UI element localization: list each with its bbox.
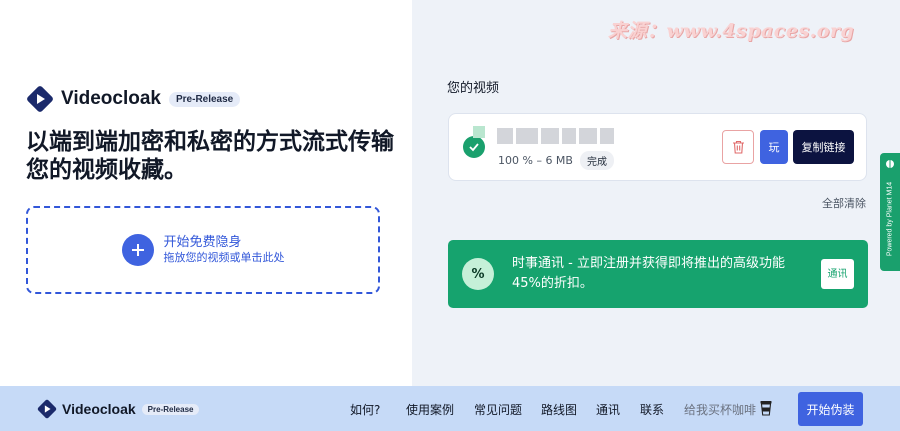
copy-link-button[interactable]: 复制链接 [793,130,854,164]
video-thumbnail [473,126,485,138]
dropzone-title: 开始免费隐身 [163,235,242,250]
logo-play-icon [27,86,53,112]
check-icon [469,143,479,152]
delete-button[interactable] [722,130,754,164]
pre-release-badge: Pre-Release [168,91,241,107]
complete-check [463,136,485,158]
nav-roadmap[interactable]: 路线图 [541,401,577,418]
plus-icon [131,244,144,256]
play-button[interactable]: 玩 [760,130,788,164]
plus-circle [121,234,154,266]
hero-headline: 以端到端加密和私密的方式流式传输您的视频收藏。 [26,129,394,183]
logo-play-icon [37,399,57,419]
coffee-cup-icon[interactable] [760,400,772,416]
left-pane [0,0,412,386]
newsletter-button[interactable]: 通讯 [821,259,854,289]
video-progress: 100 % – 6 MB [498,154,573,167]
percent-icon: % [462,258,494,290]
nav-buy-coffee[interactable]: 给我买杯咖啡 [684,401,756,418]
footer-brand-name: Videocloak [62,401,136,417]
clear-all-link[interactable]: 全部清除 [822,195,866,211]
video-card: 100 % – 6 MB 完成 玩 复制链接 [448,113,867,181]
footer-brand[interactable]: Videocloak Pre-Release [37,399,200,419]
nav-use-cases[interactable]: 使用案例 [406,401,454,418]
brand-name: Videocloak [61,88,161,109]
nav-newsletter[interactable]: 通讯 [596,401,620,418]
nav-faq[interactable]: 常见问题 [474,401,522,418]
dropzone-subtitle: 拖放您的视频或单击此处 [163,251,285,264]
nav-contact[interactable]: 联系 [640,401,664,418]
powered-by-text: Powered by Planet M14 [886,181,894,257]
nav-how[interactable]: 如何? [350,401,380,418]
footer-pre-release-badge: Pre-Release [141,403,200,415]
right-pane [412,0,900,386]
status-badge: 完成 [579,151,614,170]
newsletter-banner: % 时事通讯 - 立即注册并获得即将推出的高级功能 45%的折扣。 通讯 [448,240,868,308]
start-cloaking-button[interactable]: 开始伪装 [798,392,863,426]
brand[interactable]: Videocloak Pre-Release [26,85,241,113]
powered-by-tab[interactable]: Powered by Planet M14 [880,153,900,271]
upload-dropzone[interactable]: 开始免费隐身 拖放您的视频或单击此处 [26,206,380,294]
side-tab-icon [886,160,894,168]
video-meta: 100 % – 6 MB 完成 [498,151,614,170]
dropzone-text: 开始免费隐身 拖放您的视频或单击此处 [164,235,285,265]
watermark: 来源：www.4spaces.org [608,20,855,42]
videos-section-title: 您的视频 [447,81,500,96]
video-name-blurred [497,128,614,144]
trash-icon [732,140,744,154]
newsletter-text: 时事通讯 - 立即注册并获得即将推出的高级功能 45%的折扣。 [512,256,785,291]
